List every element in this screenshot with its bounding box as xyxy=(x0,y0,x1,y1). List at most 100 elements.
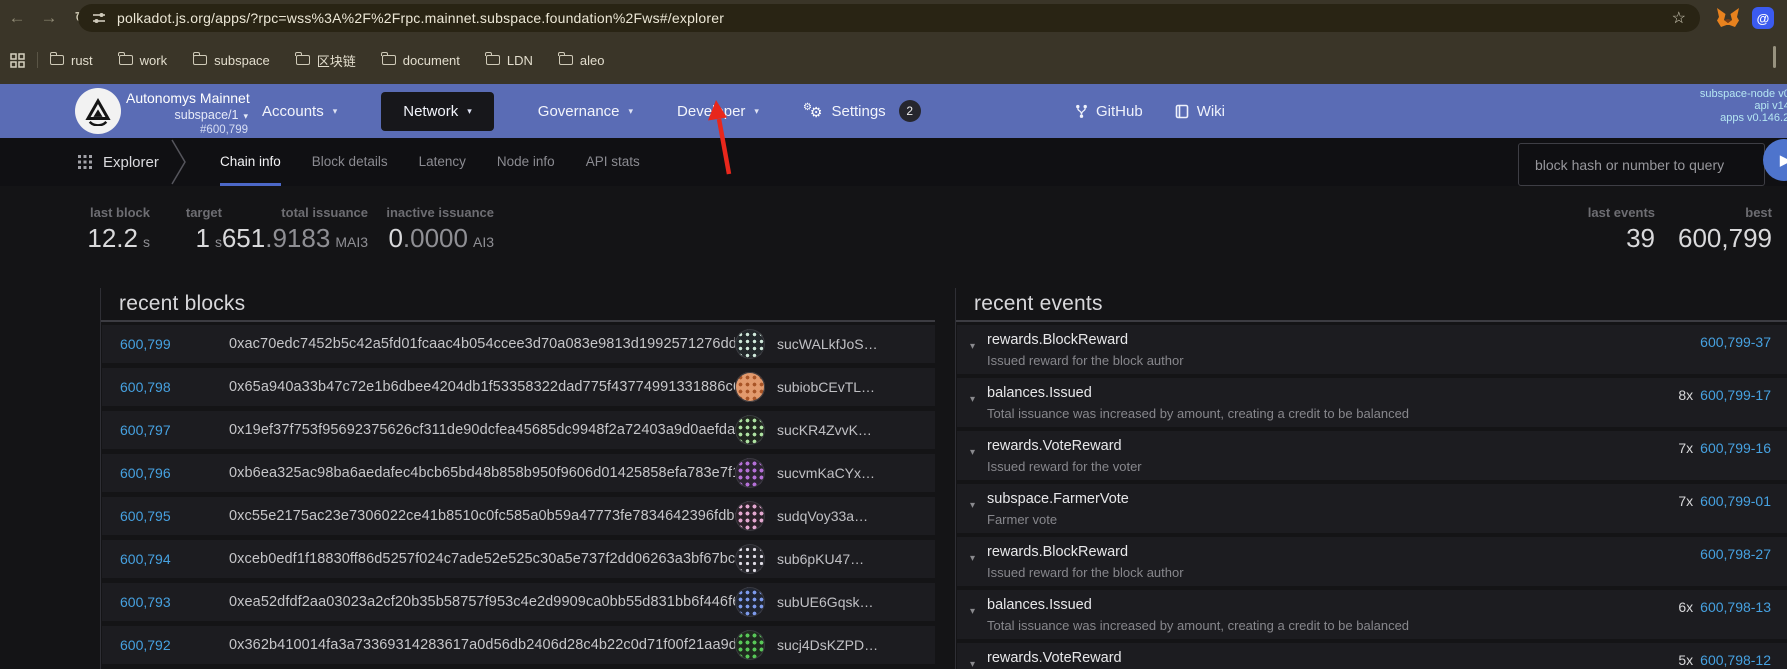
nav-network[interactable]: Network xyxy=(381,92,494,131)
browser-toolbar: polkadot.js.org/apps/?rpc=wss%3A%2F%2Frp… xyxy=(0,0,1787,36)
bookmark-folder[interactable]: aleo xyxy=(559,53,605,68)
expand-toggle-icon[interactable] xyxy=(970,394,975,405)
back-button-icon[interactable] xyxy=(6,8,28,28)
block-number-link[interactable]: 600,799 xyxy=(102,336,212,352)
account-name: sub6pKU47… xyxy=(777,551,864,567)
block-author[interactable]: sub6pKU47… xyxy=(735,544,935,574)
event-block-link[interactable]: 600,798-12 xyxy=(1700,652,1771,668)
bookmark-star-icon[interactable] xyxy=(1672,8,1686,28)
event-block-link[interactable]: 600,799-16 xyxy=(1700,440,1771,456)
stat-value: 651 xyxy=(222,223,265,253)
event-block-link[interactable]: 600,799-37 xyxy=(1700,334,1771,350)
block-row: 600,796 0xb6ea325ac98ba6aedafec4bcb65bd4… xyxy=(102,454,935,492)
app-header: Autonomys Mainnet subspace/1 #600,799 Ac… xyxy=(0,84,1787,138)
nav-accounts[interactable]: Accounts xyxy=(262,103,337,120)
nav-governance[interactable]: Governance xyxy=(538,103,633,120)
stat-label: best xyxy=(1632,205,1772,220)
expand-toggle-icon[interactable] xyxy=(970,606,975,617)
expand-toggle-icon[interactable] xyxy=(970,659,975,669)
block-number-link[interactable]: 600,792 xyxy=(102,637,212,653)
expand-toggle-icon[interactable] xyxy=(970,341,975,352)
play-icon xyxy=(1777,151,1787,169)
scrollbar-thumb[interactable] xyxy=(1773,46,1776,68)
block-author[interactable]: subiobCEvTL… xyxy=(735,372,935,402)
block-number-link[interactable]: 600,798 xyxy=(102,379,212,395)
tabs: Chain info Block details Latency Node in… xyxy=(220,138,640,186)
block-author[interactable]: subUE6Gqsk… xyxy=(735,587,935,617)
identicon xyxy=(735,415,765,445)
block-author[interactable]: sucj4DsKZPD… xyxy=(735,630,935,660)
block-author[interactable]: sucWALkfJoS… xyxy=(735,329,935,359)
block-author[interactable]: sudqVoy33a… xyxy=(735,501,935,531)
block-author[interactable]: sucKR4ZvvK… xyxy=(735,415,935,445)
folder-icon xyxy=(382,55,396,65)
tab-chain-info[interactable]: Chain info xyxy=(220,138,281,186)
block-hash: 0xb6ea325ac98ba6aedafec4bcb65bd48b858b95… xyxy=(229,465,735,481)
nav-label: Settings xyxy=(831,103,885,120)
block-hash: 0x362b410014fa3a73369314283617a0d56db240… xyxy=(229,637,735,653)
apps-grid-icon[interactable] xyxy=(10,53,25,68)
block-hash: 0xac70edc7452b5c42a5fd01fcaac4b054ccee3d… xyxy=(229,336,735,352)
tab-node-info[interactable]: Node info xyxy=(497,138,555,186)
wiki-link[interactable]: Wiki xyxy=(1175,103,1225,120)
bookmark-folder[interactable]: work xyxy=(119,53,167,68)
grid-icon xyxy=(78,155,92,169)
account-name: subiobCEvTL… xyxy=(777,379,875,395)
bookmark-folder[interactable]: LDN xyxy=(486,53,533,68)
bookmark-label: aleo xyxy=(580,53,605,68)
tab-block-details[interactable]: Block details xyxy=(312,138,388,186)
block-row: 600,792 0x362b410014fa3a73369314283617a0… xyxy=(102,626,935,664)
block-number-link[interactable]: 600,794 xyxy=(102,551,212,567)
version-info: subspace-node v0.1 api v14.3 apps v0.146… xyxy=(1559,88,1787,124)
event-block-link[interactable]: 600,799-17 xyxy=(1700,387,1771,403)
nav-developer[interactable]: Developer xyxy=(677,103,759,120)
event-name: balances.Issued xyxy=(987,597,1409,613)
network-logo[interactable] xyxy=(75,88,121,134)
stat-decimals: .0000 xyxy=(403,223,468,253)
stat-best: best 600,799 xyxy=(1632,205,1772,254)
forward-button-icon[interactable] xyxy=(38,8,60,28)
address-bar[interactable]: polkadot.js.org/apps/?rpc=wss%3A%2F%2Frp… xyxy=(78,4,1700,32)
stat-label: inactive issuance xyxy=(330,205,494,220)
tab-latency[interactable]: Latency xyxy=(419,138,466,186)
event-name: rewards.VoteReward xyxy=(987,650,1142,666)
expand-toggle-icon[interactable] xyxy=(970,447,975,458)
expand-toggle-icon[interactable] xyxy=(970,500,975,511)
metamask-extension-icon[interactable] xyxy=(1716,7,1740,29)
bookmark-folder[interactable]: rust xyxy=(50,53,93,68)
chain-info[interactable]: Autonomys Mainnet subspace/1 #600,799 xyxy=(126,90,248,136)
extension-icon[interactable] xyxy=(1752,7,1774,29)
event-name: rewards.BlockReward xyxy=(987,544,1184,560)
event-row: rewards.VoteRewardIssued reward for the … xyxy=(957,643,1787,669)
identicon xyxy=(735,544,765,574)
event-description: Farmer vote xyxy=(987,512,1129,527)
panel-title: recent blocks xyxy=(119,292,245,316)
block-number-link[interactable]: 600,795 xyxy=(102,508,212,524)
identicon xyxy=(735,329,765,359)
bookmark-folder[interactable]: subspace xyxy=(193,53,270,68)
bookmark-folder[interactable]: 区块链 xyxy=(296,51,356,70)
chain-spec: subspace/1 xyxy=(175,108,239,122)
event-block-link[interactable]: 600,799-01 xyxy=(1700,493,1771,509)
github-link[interactable]: GitHub xyxy=(1075,103,1143,120)
block-number-link[interactable]: 600,793 xyxy=(102,594,212,610)
bookmark-folder[interactable]: document xyxy=(382,53,460,68)
event-block-link[interactable]: 600,798-27 xyxy=(1700,546,1771,562)
block-query-input[interactable] xyxy=(1518,143,1765,186)
block-author[interactable]: sucvmKaCYx… xyxy=(735,458,935,488)
event-block-link[interactable]: 600,798-13 xyxy=(1700,599,1771,615)
panel-title: recent events xyxy=(974,292,1103,316)
nav-settings[interactable]: Settings2 xyxy=(803,100,921,122)
folder-icon xyxy=(50,55,64,65)
block-row: 600,797 0x19ef37f753f95692375626cf311de9… xyxy=(102,411,935,449)
block-row: 600,799 0xac70edc7452b5c42a5fd01fcaac4b0… xyxy=(102,325,935,363)
expand-toggle-icon[interactable] xyxy=(970,553,975,564)
bookmark-label: 区块链 xyxy=(317,51,356,70)
site-info-icon[interactable] xyxy=(91,10,107,26)
folder-icon xyxy=(119,55,133,65)
tab-api-stats[interactable]: API stats xyxy=(586,138,640,186)
event-description: Issued reward for the voter xyxy=(987,459,1142,474)
block-number-link[interactable]: 600,797 xyxy=(102,422,212,438)
block-number-link[interactable]: 600,796 xyxy=(102,465,212,481)
event-name: rewards.VoteReward xyxy=(987,438,1142,454)
